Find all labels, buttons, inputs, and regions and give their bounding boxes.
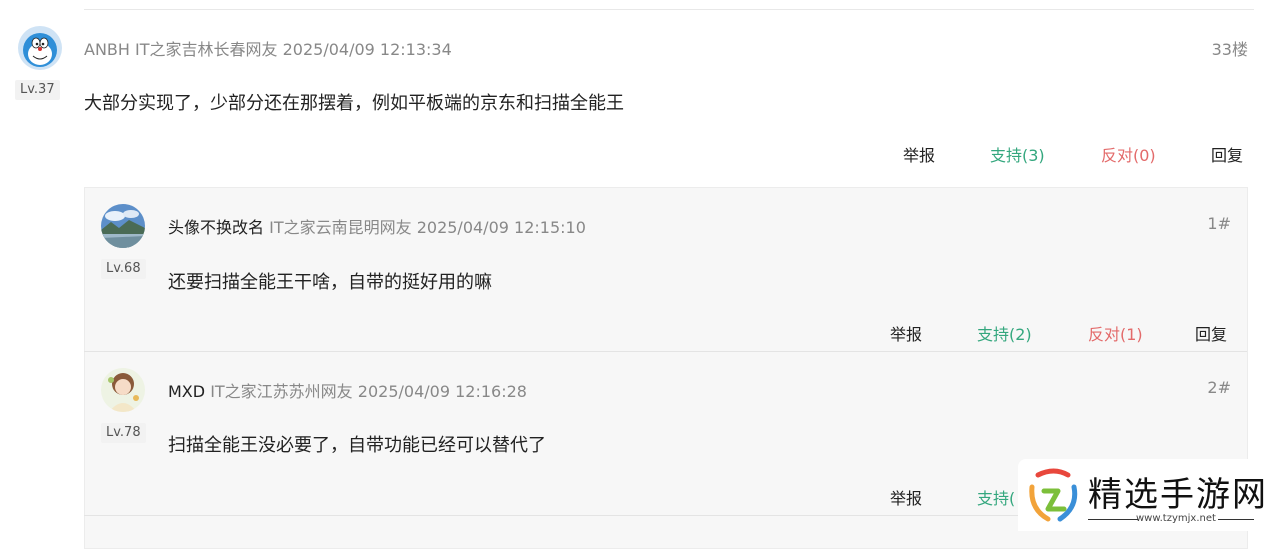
reply-time: 2025/04/09 12:15:10 xyxy=(416,218,586,237)
watermark-text: 精选手游网 xyxy=(1088,475,1266,515)
reply-button[interactable]: 回复 xyxy=(1195,321,1227,345)
reply-content: 还要扫描全能王干啥，自带的挺好用的嘛 xyxy=(168,272,492,293)
comment-meta: ANBH IT之家吉林长春网友 2025/04/09 12:13:34 xyxy=(84,36,452,60)
comment-content: 大部分实现了，少部分还在那摆着，例如平板端的京东和扫描全能王 xyxy=(84,93,624,114)
oppose-button[interactable]: 反对(1) xyxy=(1088,321,1143,345)
user-level-badge: Lv.68 xyxy=(101,259,146,279)
floor-number: 2# xyxy=(1207,378,1231,397)
report-button[interactable]: 举报 xyxy=(890,485,922,509)
user-location: IT之家吉林长春网友 xyxy=(135,40,278,59)
site-watermark: 精选手游网 www.tzymjx.net xyxy=(1018,459,1266,531)
user-avatar[interactable] xyxy=(101,368,145,412)
divider xyxy=(84,351,1247,352)
floor-number: 1# xyxy=(1207,214,1231,233)
reply-content: 扫描全能王没必要了，自带功能已经可以替代了 xyxy=(168,435,546,456)
divider xyxy=(84,9,1254,10)
reply-meta: 头像不换改名 IT之家云南昆明网友 2025/04/09 12:15:10 xyxy=(168,214,586,238)
username[interactable]: 头像不换改名 xyxy=(168,218,264,237)
support-button[interactable]: 支持( xyxy=(977,485,1015,509)
watermark-url: www.tzymjx.net xyxy=(1136,513,1216,524)
user-location: IT之家江苏苏州网友 xyxy=(210,382,353,401)
divider xyxy=(1218,519,1254,520)
divider xyxy=(1088,519,1138,520)
reply-button[interactable]: 回复 xyxy=(1211,142,1243,166)
user-location: IT之家云南昆明网友 xyxy=(269,218,412,237)
girl-illustration-avatar-icon xyxy=(101,368,145,412)
reply-time: 2025/04/09 12:16:28 xyxy=(357,382,527,401)
username[interactable]: ANBH xyxy=(84,40,130,59)
user-avatar[interactable] xyxy=(101,204,145,248)
username[interactable]: MXD xyxy=(168,382,205,401)
doraemon-avatar-icon xyxy=(18,26,62,70)
user-level-badge: Lv.78 xyxy=(101,423,146,443)
user-avatar[interactable] xyxy=(18,26,62,70)
comment-time: 2025/04/09 12:13:34 xyxy=(282,40,452,59)
watermark-logo-icon xyxy=(1029,468,1078,522)
report-button[interactable]: 举报 xyxy=(903,142,935,166)
floor-number: 33楼 xyxy=(1211,40,1248,59)
reply-meta: MXD IT之家江苏苏州网友 2025/04/09 12:16:28 xyxy=(168,378,527,402)
user-level-badge: Lv.37 xyxy=(15,80,60,100)
support-button[interactable]: 支持(3) xyxy=(990,142,1045,166)
support-button[interactable]: 支持(2) xyxy=(977,321,1032,345)
report-button[interactable]: 举报 xyxy=(890,321,922,345)
oppose-button[interactable]: 反对(0) xyxy=(1101,142,1156,166)
landscape-avatar-icon xyxy=(101,204,145,248)
